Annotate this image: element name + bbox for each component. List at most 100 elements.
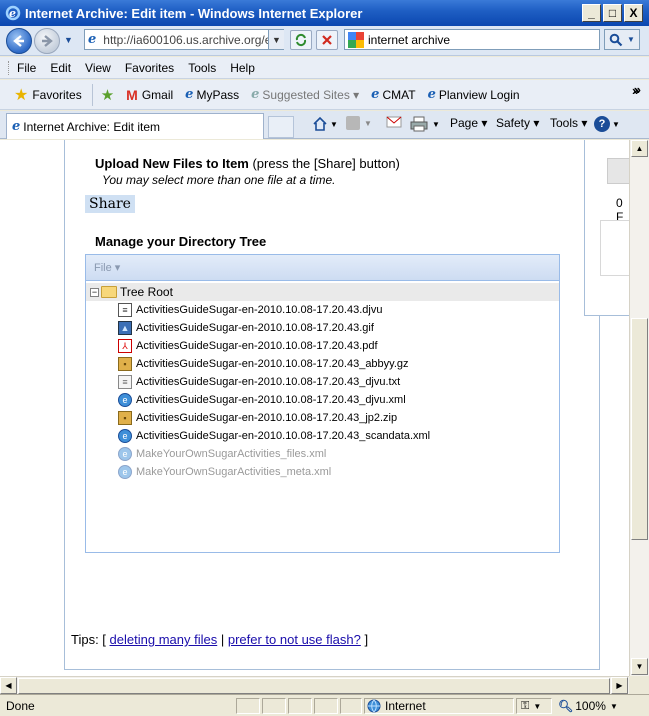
tree-file-item[interactable]: ▪ ActivitiesGuideSugar-en-2010.10.08-17.2… — [118, 409, 397, 427]
tips-prefix: Tips: [ — [71, 632, 106, 647]
zoom-icon: 🔍︎ — [558, 699, 574, 713]
stop-icon — [322, 35, 332, 45]
help-button[interactable]: ? ▼ — [594, 116, 620, 132]
menu-favorites[interactable]: Favorites — [125, 61, 174, 75]
horizontal-scroll-thumb[interactable] — [18, 678, 610, 694]
tree-toolbar: File ▾ — [86, 255, 559, 281]
vertical-scrollbar[interactable]: ▲ ▼ — [629, 140, 649, 676]
tree-file-item[interactable]: ⅄ ActivitiesGuideSugar-en-2010.10.08-17.2… — [118, 337, 378, 355]
maximize-button[interactable]: □ — [603, 4, 622, 22]
search-button[interactable]: ▼ — [604, 29, 640, 50]
fav-link-cmat[interactable]: e CMAT — [371, 87, 415, 102]
collapse-icon[interactable]: − — [90, 287, 99, 297]
status-text-segment: Done — [2, 698, 234, 714]
security-zone[interactable]: Internet — [364, 698, 514, 714]
tree-file-item[interactable]: ▪ ActivitiesGuideSugar-en-2010.10.08-17.2… — [118, 355, 409, 373]
tips-separator: | — [220, 632, 225, 647]
pdf-icon: ⅄ — [118, 339, 132, 353]
forward-button[interactable] — [34, 28, 60, 54]
printer-icon — [410, 116, 428, 132]
menu-file[interactable]: File — [17, 61, 36, 75]
protected-mode-button[interactable]: ⚿ ▼ — [516, 698, 552, 714]
tree-file-item[interactable]: ▲ ActivitiesGuideSugar-en-2010.10.08-17.2… — [118, 319, 374, 337]
share-button[interactable]: Share — [85, 195, 135, 213]
fav-link-mypass-label: MyPass — [196, 87, 240, 102]
tree-file-item[interactable]: e MakeYourOwnSugarActivities_meta.xml — [118, 463, 331, 481]
command-overflow-button[interactable]: » — [632, 83, 639, 98]
home-button[interactable]: ▼ — [312, 116, 338, 132]
tree-root-node[interactable]: − Tree Root — [86, 283, 559, 301]
address-dropdown-button[interactable]: ▼ — [268, 30, 284, 49]
refresh-button[interactable] — [290, 30, 312, 50]
image-icon: ▲ — [118, 321, 132, 335]
recent-pages-dropdown-icon[interactable]: ▼ — [64, 35, 73, 45]
fav-link-gmail[interactable]: M Gmail — [126, 87, 173, 103]
folder-icon — [101, 286, 117, 298]
new-tab-button[interactable] — [268, 116, 294, 138]
tree-file-name: MakeYourOwnSugarActivities_meta.xml — [136, 466, 332, 478]
favorites-star-icon: ★ — [14, 86, 29, 104]
scroll-left-button[interactable]: ◀ — [0, 677, 17, 694]
zoom-control[interactable]: 🔍︎ 100% ▼ — [556, 698, 626, 714]
tree-file-item[interactable]: ≡ ActivitiesGuideSugar-en-2010.10.08-17.2… — [118, 301, 382, 319]
scroll-down-button[interactable]: ▼ — [631, 658, 648, 675]
tab-favicon-icon: e — [12, 119, 21, 134]
upload-heading: Upload New Files to Item (press the [Sha… — [95, 156, 400, 171]
feeds-button[interactable]: ▼ — [346, 116, 372, 130]
magnifier-icon — [609, 33, 623, 46]
favorites-button[interactable]: ★ Favorites — [14, 83, 93, 106]
xml-icon: e — [118, 465, 132, 479]
tree-file-item[interactable]: e MakeYourOwnSugarActivities_files.xml — [118, 445, 326, 463]
menu-tools[interactable]: Tools — [188, 61, 216, 75]
deleting-many-files-link[interactable]: deleting many files — [110, 632, 218, 647]
horizontal-scrollbar[interactable]: ◀ ▶ — [0, 676, 629, 694]
menu-view[interactable]: View — [85, 61, 111, 75]
tab-current[interactable]: e Internet Archive: Edit item — [6, 113, 264, 139]
text-icon: ≡ — [118, 375, 132, 389]
status-segment — [340, 698, 362, 714]
vertical-scroll-thumb[interactable] — [631, 318, 648, 540]
fav-link-suggested-sites[interactable]: e Suggested Sites ▾ — [251, 87, 359, 102]
xml-icon: e — [118, 429, 132, 443]
globe-icon — [367, 699, 381, 713]
tree-file-menu[interactable]: File ▾ — [94, 261, 120, 274]
tree-file-name: ActivitiesGuideSugar-en-2010.10.08-17.20… — [136, 430, 431, 442]
refresh-icon — [295, 33, 307, 47]
side-panel-tab[interactable] — [607, 158, 629, 184]
search-dropdown-icon[interactable]: ▼ — [627, 35, 635, 44]
side-panel-box — [600, 220, 629, 276]
xml-icon: e — [118, 393, 132, 407]
no-flash-link[interactable]: prefer to not use flash? — [228, 632, 361, 647]
favorites-bar: ★ Favorites ★ M Gmail e MyPass e Suggest… — [0, 80, 649, 110]
fav-link-cmat-label: CMAT — [382, 87, 416, 102]
search-input[interactable]: internet archive — [344, 29, 600, 50]
safety-menu[interactable]: Safety ▾ — [496, 116, 539, 130]
read-mail-button[interactable] — [386, 116, 402, 128]
lock-icon: ⚿ — [521, 699, 530, 712]
menu-edit[interactable]: Edit — [50, 61, 71, 75]
menu-help[interactable]: Help — [230, 61, 255, 75]
fav-link-planview[interactable]: e Planview Login — [428, 87, 520, 102]
print-button[interactable]: ▼ — [410, 116, 440, 132]
add-to-favorites-bar-icon[interactable]: ★ — [101, 86, 114, 104]
directory-tree-panel: File ▾ − Tree Root ≡ ActivitiesGuideSugar… — [85, 254, 560, 553]
suggested-sites-icon: e — [251, 87, 260, 102]
scroll-up-button[interactable]: ▲ — [631, 140, 648, 157]
tree-file-item[interactable]: e ActivitiesGuideSugar-en-2010.10.08-17.2… — [118, 391, 406, 409]
back-button[interactable] — [6, 28, 32, 54]
minimize-button[interactable]: _ — [582, 4, 601, 22]
upload-title-suffix: (press the [Share] button) — [248, 156, 400, 171]
stop-button[interactable] — [316, 30, 338, 50]
scroll-right-button[interactable]: ▶ — [611, 677, 628, 694]
page-menu[interactable]: Page ▾ — [450, 116, 487, 130]
menu-bar: File Edit View Favorites Tools Help — [0, 57, 649, 79]
address-field[interactable]: e http://ia600106.us.archive.org/e — [84, 29, 284, 50]
fav-link-mypass[interactable]: e MyPass — [185, 87, 239, 102]
navigation-bar: ▼ e http://ia600106.us.archive.org/e ▼ i… — [0, 26, 649, 56]
close-button[interactable]: X — [624, 4, 643, 22]
forward-arrow-icon — [42, 35, 53, 47]
tree-file-item[interactable]: e ActivitiesGuideSugar-en-2010.10.08-17.2… — [118, 427, 430, 445]
tools-menu[interactable]: Tools ▾ — [550, 116, 587, 130]
tree-file-name: MakeYourOwnSugarActivities_files.xml — [136, 448, 327, 460]
tree-file-item[interactable]: ≡ ActivitiesGuideSugar-en-2010.10.08-17.2… — [118, 373, 400, 391]
